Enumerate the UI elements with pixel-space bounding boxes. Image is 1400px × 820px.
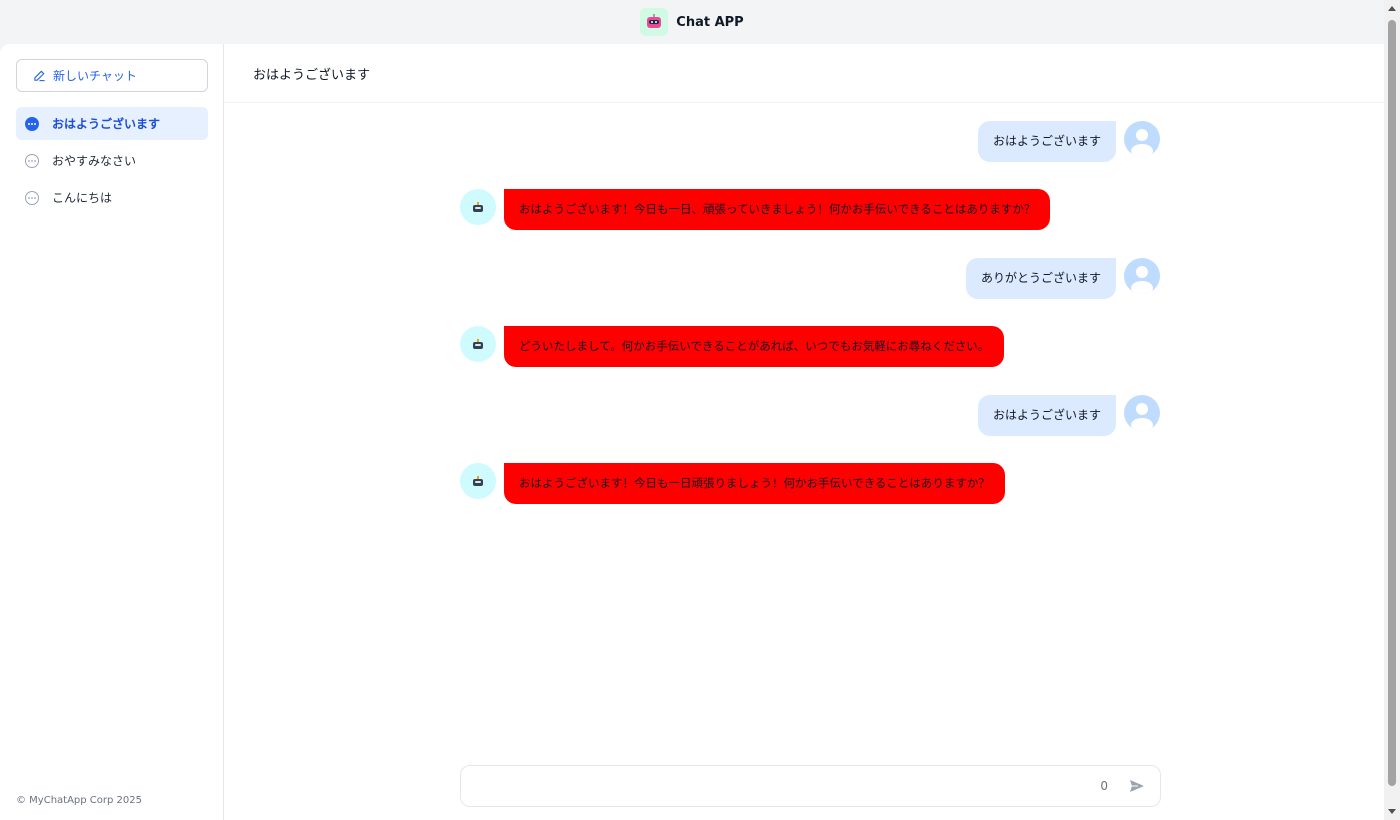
user-message-text: おはようございます xyxy=(977,121,1116,162)
bot-avatar-icon xyxy=(460,189,496,225)
chat-title: おはようございます xyxy=(224,44,1384,103)
conversation-label: こんにちは xyxy=(52,191,113,205)
new-chat-label: 新しいチャット xyxy=(53,69,137,83)
message-input-box: 0 xyxy=(460,765,1161,807)
user-message-text: おはようございます xyxy=(977,395,1116,436)
chat-bubble-icon xyxy=(24,153,40,169)
bot-message-text: おはようございます！今日も一日、頑張っていきましょう！何かお手伝いできることはあ… xyxy=(504,189,1051,230)
send-icon xyxy=(1130,780,1144,792)
scroll-down-arrow-icon[interactable] xyxy=(1388,809,1396,814)
scroll-up-arrow-icon[interactable] xyxy=(1388,6,1396,11)
user-avatar-icon xyxy=(1124,395,1160,431)
edit-icon xyxy=(34,70,45,82)
bot-message-text: おはようございます！今日も一日頑張りましょう！何かお手伝いできることはありますか… xyxy=(504,463,1005,504)
app-title: Chat APP xyxy=(676,14,744,30)
user-message: おはようございます xyxy=(977,395,1160,436)
page-scrollbar[interactable] xyxy=(1384,0,1400,820)
bot-avatar-icon xyxy=(460,463,496,499)
chat-bubble-icon xyxy=(24,116,40,132)
scrollbar-thumb[interactable] xyxy=(1388,20,1396,786)
chat-bubble-icon xyxy=(24,190,40,206)
app-header: Chat APP xyxy=(0,0,1384,44)
user-message: おはようございます xyxy=(977,121,1160,162)
character-count: 0 xyxy=(1100,779,1108,793)
user-message-text: ありがとうございます xyxy=(965,258,1116,299)
conversation-item[interactable]: おやすみなさい xyxy=(16,144,208,177)
robot-icon xyxy=(640,8,669,36)
message-input[interactable] xyxy=(473,774,1073,798)
bot-message: おはようございます！今日も一日頑張りましょう！何かお手伝いできることはありますか… xyxy=(460,463,1005,504)
bot-message: おはようございます！今日も一日、頑張っていきましょう！何かお手伝いできることはあ… xyxy=(460,189,1051,230)
bot-avatar-icon xyxy=(460,326,496,362)
conversation-label: おはようございます xyxy=(52,117,161,131)
bot-message-text: どういたしまして。何かお手伝いできることがあれば、いつでもお気軽にお尋ねください… xyxy=(504,326,1005,367)
user-message: ありがとうございます xyxy=(965,258,1160,299)
user-avatar-icon xyxy=(1124,121,1160,157)
conversation-item[interactable]: こんにちは xyxy=(16,181,208,214)
sidebar: 新しいチャット おはようございます おやすみなさい こんにちは © MyChat… xyxy=(0,44,224,820)
send-button[interactable] xyxy=(1128,777,1148,797)
bot-message: どういたしまして。何かお手伝いできることがあれば、いつでもお気軽にお尋ねください… xyxy=(460,326,1005,367)
new-chat-button[interactable]: 新しいチャット xyxy=(16,59,208,92)
chat-panel: おはようございます おはようございます おはようございます！今日も一日、頑張って xyxy=(224,44,1384,820)
conversation-label: おやすみなさい xyxy=(52,154,137,168)
user-avatar-icon xyxy=(1124,258,1160,294)
conversation-item-active[interactable]: おはようございます xyxy=(16,107,208,140)
copyright-text: © MyChatApp Corp 2025 xyxy=(16,795,142,806)
conversation-list: おはようございます おやすみなさい こんにちは xyxy=(16,107,208,218)
